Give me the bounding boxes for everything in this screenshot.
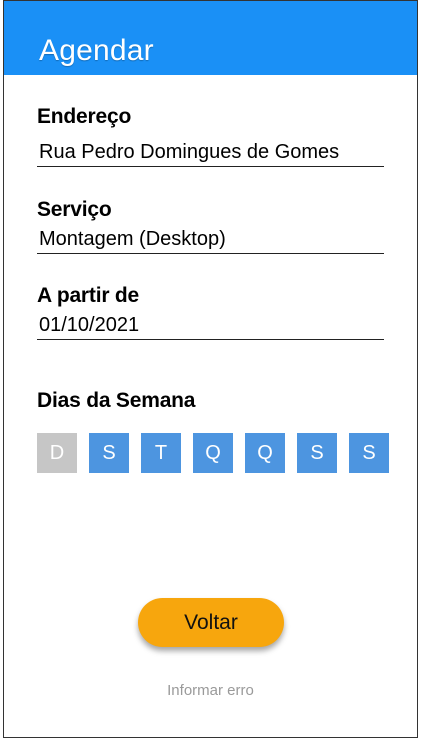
address-field-group: Endereço Rua Pedro Domingues de Gomes [37,105,384,167]
address-input[interactable]: Rua Pedro Domingues de Gomes [37,141,384,167]
page-title: Agendar [39,34,154,67]
app-bar: Agendar [4,1,417,75]
day-toggle-friday[interactable]: S [297,433,337,473]
day-toggle-tuesday[interactable]: T [141,433,181,473]
service-select[interactable]: Montagem (Desktop) [37,228,384,254]
day-toggle-wednesday[interactable]: Q [193,433,233,473]
weekday-selector: D S T Q Q S S [37,433,389,473]
report-error-link[interactable]: Informar erro [4,682,417,699]
day-toggle-thursday[interactable]: Q [245,433,285,473]
back-button[interactable]: Voltar [138,598,284,647]
start-date-field-group: A partir de 01/10/2021 [37,284,384,340]
service-field-group: Serviço Montagem (Desktop) [37,198,384,254]
service-label: Serviço [37,198,112,221]
address-label: Endereço [37,105,132,128]
start-date-label: A partir de [37,284,140,307]
day-toggle-sunday[interactable]: D [37,433,77,473]
screen: Agendar Endereço Rua Pedro Domingues de … [3,0,418,738]
day-toggle-saturday[interactable]: S [349,433,389,473]
weekdays-label: Dias da Semana [37,389,196,412]
start-date-input[interactable]: 01/10/2021 [37,314,384,340]
day-toggle-monday[interactable]: S [89,433,129,473]
